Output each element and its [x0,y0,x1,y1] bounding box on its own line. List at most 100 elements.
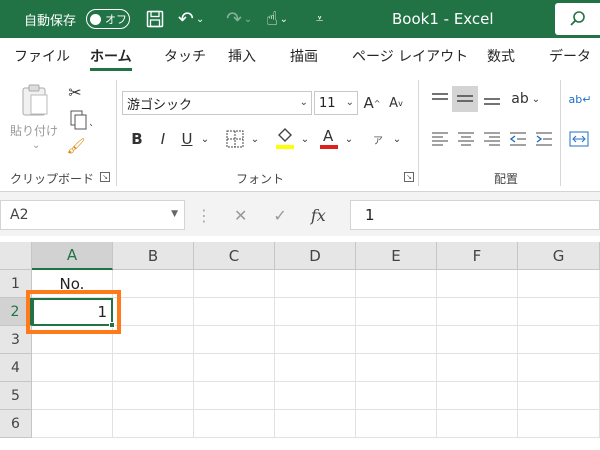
cell-e3[interactable] [356,326,437,354]
customize-qat-button[interactable]: ⩡ [316,0,323,38]
clipboard-launcher-icon[interactable]: ↘ [100,172,110,182]
chevron-down-icon[interactable]: ⌄ [244,14,252,25]
select-all-button[interactable] [0,242,32,270]
enter-icon[interactable]: ✓ [273,206,286,225]
cell-b2[interactable] [113,298,194,326]
row-header-6[interactable]: 6 [0,410,32,438]
phonetic-guide-icon[interactable]: ア [368,128,388,150]
increase-font-size-icon[interactable]: A ^ [362,91,382,115]
tab-data[interactable]: データ [549,38,591,74]
font-name-select[interactable]: 游ゴシック ⌄ [122,91,312,115]
align-middle-icon[interactable] [452,86,478,112]
cell-e4[interactable] [356,354,437,382]
cell-d5[interactable] [275,382,356,410]
fill-color-button[interactable] [274,124,296,152]
borders-button[interactable] [224,128,246,150]
cell-c4[interactable] [194,354,275,382]
italic-button[interactable]: I [154,128,172,150]
cell-c1[interactable] [194,270,275,298]
cell-e1[interactable] [356,270,437,298]
tab-page-layout[interactable]: ページ レイアウト [352,38,468,74]
tab-formulas[interactable]: 数式 [487,38,515,74]
search-button[interactable] [555,3,600,35]
align-left-icon[interactable] [428,128,452,150]
row-header-4[interactable]: 4 [0,354,32,382]
cell-g4[interactable] [518,354,600,382]
merge-center-icon[interactable] [566,128,592,150]
cell-g3[interactable] [518,326,600,354]
cell-g2[interactable] [518,298,600,326]
font-size-select[interactable]: 11 ⌄ [314,91,358,115]
autosave-toggle[interactable]: オフ [86,9,130,29]
undo-button[interactable]: ↶ ⌄ [178,0,204,38]
align-bottom-icon[interactable] [480,88,504,110]
column-header-b[interactable]: B [113,242,194,270]
chevron-down-icon[interactable]: ⌄ [32,140,40,151]
cell-a4[interactable] [32,354,113,382]
cell-d6[interactable] [275,410,356,438]
cell-c3[interactable] [194,326,275,354]
cell-b6[interactable] [113,410,194,438]
increase-indent-icon[interactable] [532,128,556,150]
chevron-down-icon[interactable]: ⌄ [280,14,288,25]
tab-insert[interactable]: 挿入 [228,38,256,74]
tab-home[interactable]: ホーム [90,38,132,74]
paste-button[interactable] [18,82,52,118]
chevron-down-icon[interactable]: ⌄ [298,128,312,150]
cell-d4[interactable] [275,354,356,382]
chevron-down-icon[interactable]: ⌄ [390,128,404,150]
wrap-text-icon[interactable]: ab↵ [568,88,592,110]
format-painter-icon[interactable]: 🖌 [66,136,86,156]
column-header-d[interactable]: D [275,242,356,270]
cut-icon[interactable]: ✂ [66,82,84,102]
tab-draw[interactable]: 描画 [290,38,318,74]
cell-d2[interactable] [275,298,356,326]
cell-f3[interactable] [437,326,518,354]
more-options-icon[interactable]: ⋮ [196,206,212,225]
decrease-indent-icon[interactable] [506,128,530,150]
chevron-down-icon[interactable]: ⌄ [342,128,356,150]
cell-a6[interactable] [32,410,113,438]
cell-b1[interactable] [113,270,194,298]
cell-e5[interactable] [356,382,437,410]
formula-input[interactable]: 1 [350,200,600,230]
chevron-down-icon[interactable]: ⌄ [248,128,262,150]
chevron-down-icon[interactable]: ▼ [171,209,178,219]
chevron-down-icon[interactable]: ⌄ [530,88,542,110]
cell-d1[interactable] [275,270,356,298]
name-box[interactable]: A2 ▼ [0,200,185,230]
cell-g1[interactable] [518,270,600,298]
cell-g6[interactable] [518,410,600,438]
cell-b5[interactable] [113,382,194,410]
column-header-g[interactable]: G [518,242,600,270]
font-color-button[interactable]: A [318,124,340,152]
row-header-5[interactable]: 5 [0,382,32,410]
cell-e2[interactable] [356,298,437,326]
align-top-icon[interactable] [428,88,452,110]
cell-b3[interactable] [113,326,194,354]
copy-button[interactable]: ⌄ [64,110,98,130]
cell-c5[interactable] [194,382,275,410]
cell-b4[interactable] [113,354,194,382]
paste-label[interactable]: 貼り付け [10,122,58,139]
cell-f4[interactable] [437,354,518,382]
cell-c2[interactable] [194,298,275,326]
underline-button[interactable]: U [178,128,196,150]
cell-f5[interactable] [437,382,518,410]
touch-mode-button[interactable]: ☝ ⌄ [266,0,288,38]
column-header-f[interactable]: F [437,242,518,270]
align-right-icon[interactable] [480,128,504,150]
cell-f1[interactable] [437,270,518,298]
chevron-down-icon[interactable]: ⌄ [198,128,212,150]
column-header-a[interactable]: A [32,242,113,270]
cell-d3[interactable] [275,326,356,354]
chevron-down-icon[interactable]: ⌄ [196,14,204,25]
column-header-e[interactable]: E [356,242,437,270]
cancel-icon[interactable]: ✕ [234,206,247,225]
cell-c6[interactable] [194,410,275,438]
tab-touch[interactable]: タッチ [164,38,206,74]
font-launcher-icon[interactable]: ↘ [404,172,414,182]
tab-file[interactable]: ファイル [14,38,70,74]
cell-f6[interactable] [437,410,518,438]
orientation-icon[interactable]: ab [508,88,532,110]
